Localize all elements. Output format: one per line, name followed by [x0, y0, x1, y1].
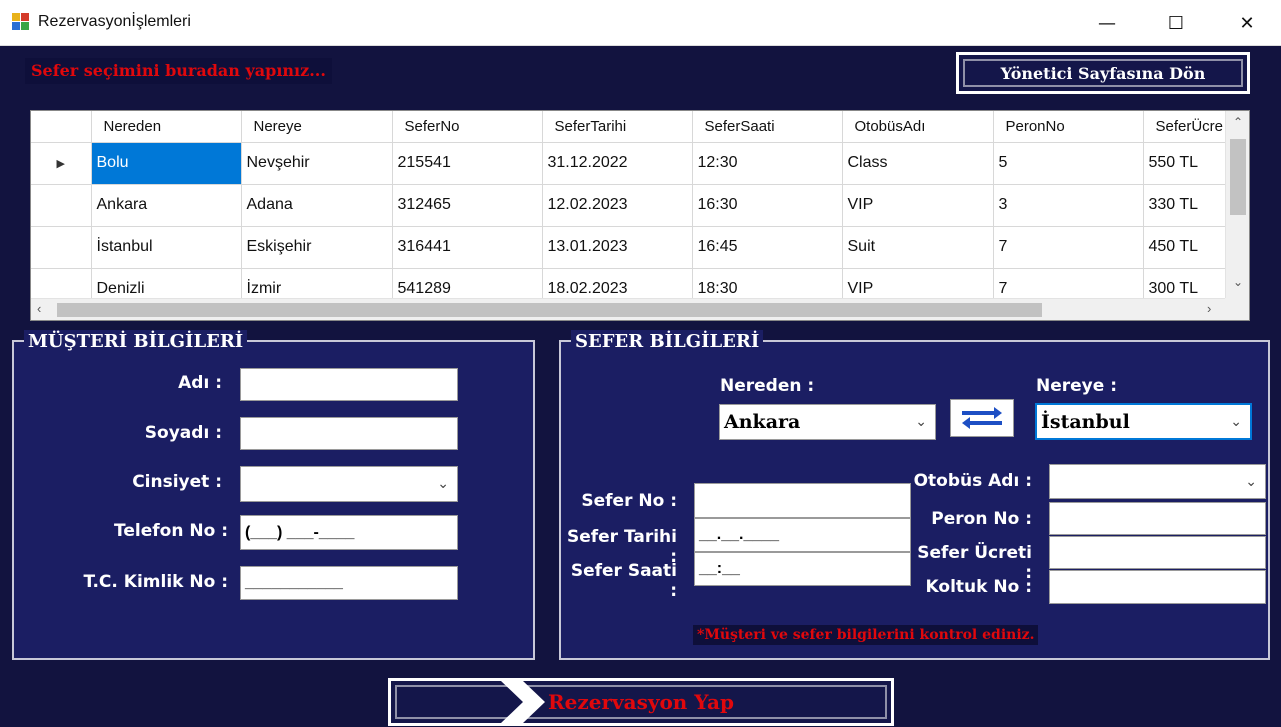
- window-title: Rezervasyonİşlemleri: [38, 13, 191, 30]
- scrollbar-corner: [1225, 298, 1249, 320]
- column-header[interactable]: SeferTarihi: [542, 111, 693, 143]
- customer-info-legend: MÜŞTERİ BİLGİLERİ: [24, 330, 248, 354]
- chevron-down-icon: ⌄: [1245, 473, 1257, 490]
- surname-label: Soyadı :: [144, 423, 222, 443]
- column-header[interactable]: SeferSaati: [692, 111, 843, 143]
- maximize-button[interactable]: ☐: [1145, 0, 1207, 46]
- phone-label: Telefon No :: [114, 521, 228, 541]
- trip-time-label: Sefer Saati :: [570, 561, 677, 601]
- trip-time-field[interactable]: __:__: [694, 552, 911, 586]
- column-header[interactable]: PeronNo: [993, 111, 1144, 143]
- gender-select[interactable]: ⌄: [240, 466, 458, 502]
- bus-name-select[interactable]: ⌄: [1049, 464, 1266, 499]
- trip-date-field[interactable]: __.__.____: [694, 518, 911, 552]
- scroll-down-icon[interactable]: ⌄: [1226, 275, 1249, 289]
- trip-select-hint: Sefer seçimini buradan yapınız...: [25, 58, 332, 84]
- table-cell[interactable]: 312465: [392, 184, 543, 227]
- phone-field[interactable]: (___) ___-____: [240, 515, 458, 550]
- seat-label: Koltuk No :: [925, 577, 1032, 597]
- column-header[interactable]: SeferNo: [392, 111, 543, 143]
- seat-field[interactable]: [1049, 570, 1266, 604]
- make-reservation-button[interactable]: Rezervasyon Yap: [388, 678, 894, 726]
- table-cell[interactable]: 5: [993, 142, 1144, 185]
- table-cell[interactable]: 16:45: [692, 226, 843, 269]
- chevron-down-icon: ⌄: [915, 414, 927, 430]
- trip-info-legend: SEFER BİLGİLERİ: [571, 330, 764, 354]
- table-cell[interactable]: 12:30: [692, 142, 843, 185]
- chevron-down-icon: ⌄: [1230, 413, 1242, 430]
- chevron-right-icon: [501, 681, 545, 723]
- column-header[interactable]: OtobüsAdı: [842, 111, 994, 143]
- name-label: Adı :: [178, 373, 222, 393]
- from-select-value: Ankara: [724, 411, 801, 433]
- gender-label: Cinsiyet :: [132, 472, 222, 492]
- name-field[interactable]: [240, 368, 458, 401]
- bus-name-label: Otobüs Adı :: [913, 471, 1032, 491]
- close-icon: ✕: [1239, 12, 1255, 34]
- chevron-down-icon: ⌄: [437, 476, 449, 492]
- table-cell[interactable]: 7: [993, 226, 1144, 269]
- horizontal-scroll-thumb[interactable]: [57, 303, 1042, 317]
- scroll-right-icon[interactable]: ›: [1207, 301, 1211, 316]
- current-row-indicator: ▶: [31, 142, 92, 185]
- tc-id-label: T.C. Kimlik No :: [83, 572, 228, 592]
- table-cell[interactable]: 16:30: [692, 184, 843, 227]
- table-row[interactable]: Ankara Adana 312465 12.02.2023 16:30 VIP…: [31, 184, 1244, 227]
- vertical-scrollbar[interactable]: ⌃ ⌄: [1225, 111, 1249, 300]
- from-label: Nereden :: [720, 376, 815, 396]
- table-cell[interactable]: Suit: [842, 226, 994, 269]
- check-info-note: *Müşteri ve sefer bilgilerini kontrol ed…: [693, 625, 1039, 645]
- table-cell[interactable]: 12.02.2023: [542, 184, 693, 227]
- minimize-icon: —: [1098, 12, 1116, 34]
- vertical-scroll-thumb[interactable]: [1230, 139, 1246, 215]
- admin-page-button-label: Yönetici Sayfasına Dön: [959, 55, 1247, 91]
- trip-no-label: Sefer No :: [581, 491, 677, 511]
- platform-label: Peron No :: [931, 509, 1032, 529]
- table-cell[interactable]: Adana: [241, 184, 393, 227]
- close-button[interactable]: ✕: [1216, 0, 1278, 46]
- table-cell[interactable]: 316441: [392, 226, 543, 269]
- tc-id-field[interactable]: ___________: [240, 566, 458, 600]
- minimize-button[interactable]: —: [1076, 0, 1138, 46]
- row-header-corner: [31, 111, 92, 143]
- platform-field[interactable]: [1049, 502, 1266, 535]
- table-cell[interactable]: Bolu: [91, 142, 242, 185]
- table-cell[interactable]: 215541: [392, 142, 543, 185]
- table-cell[interactable]: İstanbul: [91, 226, 242, 269]
- swap-route-button[interactable]: [950, 399, 1014, 437]
- table-cell[interactable]: Class: [842, 142, 994, 185]
- table-row[interactable]: ▶ Bolu Nevşehir 215541 31.12.2022 12:30 …: [31, 142, 1244, 185]
- title-bar: Rezervasyonİşlemleri — ☐ ✕: [0, 0, 1281, 46]
- admin-page-button[interactable]: Yönetici Sayfasına Dön: [956, 52, 1250, 94]
- make-reservation-label: Rezervasyon Yap: [548, 690, 734, 714]
- table-cell[interactable]: VIP: [842, 184, 994, 227]
- horizontal-scrollbar[interactable]: ‹ ›: [31, 298, 1227, 320]
- table-cell[interactable]: 3: [993, 184, 1144, 227]
- table-cell[interactable]: 31.12.2022: [542, 142, 693, 185]
- to-select[interactable]: İstanbul ⌄: [1035, 403, 1252, 440]
- row-header[interactable]: [31, 226, 92, 269]
- table-cell[interactable]: Eskişehir: [241, 226, 393, 269]
- trip-no-field[interactable]: [694, 483, 911, 518]
- price-field[interactable]: [1049, 536, 1266, 569]
- scroll-up-icon[interactable]: ⌃: [1226, 115, 1249, 129]
- to-select-value: İstanbul: [1041, 410, 1130, 433]
- table-row[interactable]: İstanbul Eskişehir 316441 13.01.2023 16:…: [31, 226, 1244, 269]
- table-cell[interactable]: Ankara: [91, 184, 242, 227]
- scroll-left-icon[interactable]: ‹: [37, 301, 41, 316]
- from-select[interactable]: Ankara ⌄: [719, 404, 936, 440]
- table-cell[interactable]: Nevşehir: [241, 142, 393, 185]
- grid-header-row: Nereden Nereye SeferNo SeferTarihi Sefer…: [31, 111, 1244, 143]
- table-cell[interactable]: 13.01.2023: [542, 226, 693, 269]
- app-icon: [12, 13, 30, 31]
- row-header[interactable]: [31, 184, 92, 227]
- maximize-icon: ☐: [1167, 12, 1185, 34]
- trips-grid[interactable]: Nereden Nereye SeferNo SeferTarihi Sefer…: [30, 110, 1250, 321]
- swap-arrows-icon: [962, 407, 1002, 429]
- column-header[interactable]: Nereden: [91, 111, 242, 143]
- to-label: Nereye :: [1036, 376, 1117, 396]
- column-header[interactable]: Nereye: [241, 111, 393, 143]
- surname-field[interactable]: [240, 417, 458, 450]
